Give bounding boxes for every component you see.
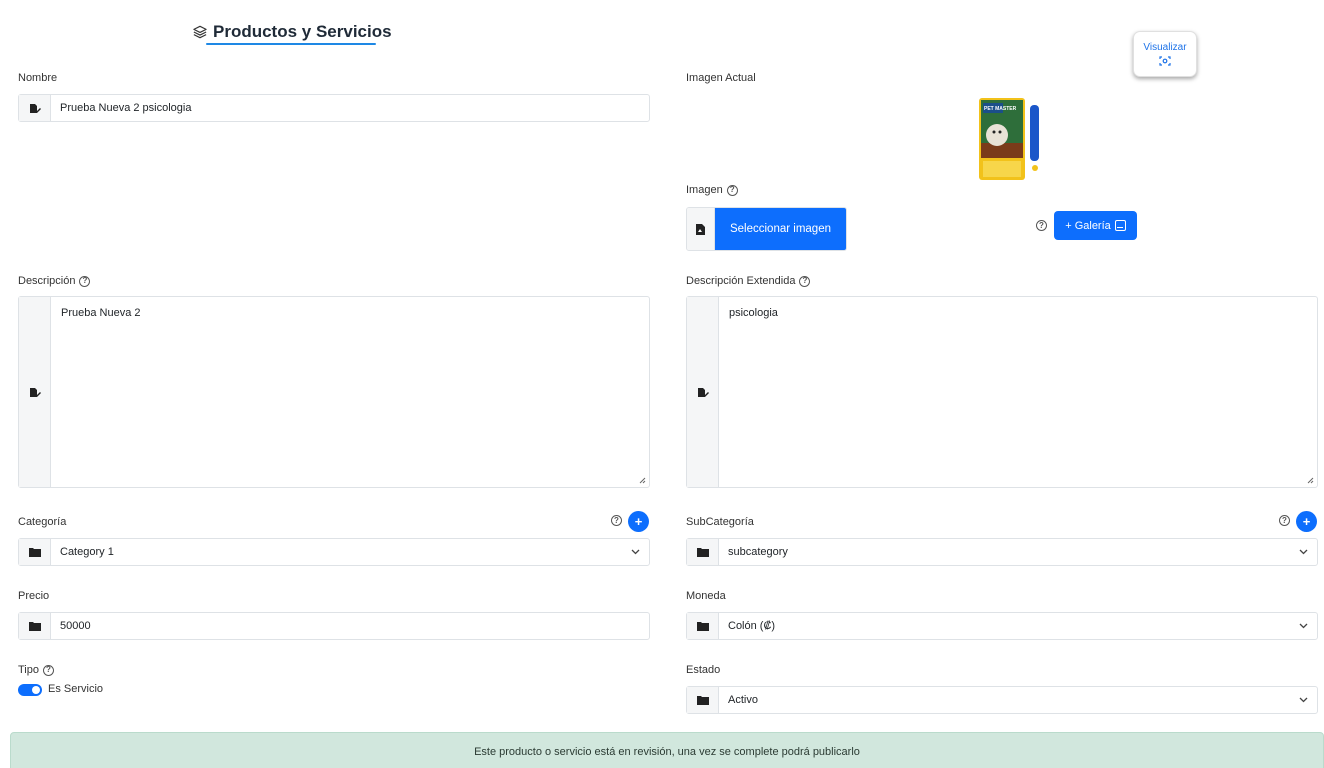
chevron-down-icon[interactable]: [1289, 539, 1317, 565]
preview-button[interactable]: Visualizar: [1133, 31, 1197, 77]
moneda-label: Moneda: [686, 590, 726, 602]
page-title: Productos y Servicios: [193, 20, 392, 44]
resize-grip-icon[interactable]: [1307, 477, 1314, 484]
resize-grip-icon[interactable]: [639, 477, 646, 484]
nombre-input-group: Prueba Nueva 2 psicologia: [18, 94, 650, 122]
tipo-label: Tipo ?: [18, 664, 54, 676]
nombre-label-text: Nombre: [18, 72, 58, 84]
add-category-button[interactable]: +: [628, 511, 649, 532]
precio-label-text: Precio: [18, 590, 50, 602]
descripcion-label: Descripción ?: [18, 275, 91, 287]
folder-icon: [687, 613, 719, 639]
subcategoria-select[interactable]: subcategory: [719, 539, 1289, 565]
nombre-input[interactable]: Prueba Nueva 2 psicologia: [51, 95, 649, 121]
estado-label-text: Estado: [686, 664, 721, 676]
descripcion-textarea[interactable]: Prueba Nueva 2: [51, 297, 649, 487]
edit-icon: [19, 297, 51, 487]
layers-icon: [193, 25, 207, 39]
categoria-label-text: Categoría: [18, 516, 67, 528]
add-subcategory-button[interactable]: +: [1296, 511, 1317, 532]
tipo-label-text: Tipo: [18, 664, 39, 676]
es-servicio-label-text: Es Servicio: [48, 683, 104, 695]
edit-icon: [687, 297, 719, 487]
gallery-button[interactable]: + Galería: [1054, 211, 1137, 240]
es-servicio-toggle[interactable]: [18, 684, 42, 696]
categoria-select[interactable]: Category 1: [51, 539, 621, 565]
estado-select[interactable]: Activo: [719, 687, 1289, 713]
folder-icon: [19, 539, 51, 565]
preview-button-label: Visualizar: [1143, 42, 1187, 53]
product-brand-text: PET MASTER: [984, 106, 1017, 112]
help-icon[interactable]: ?: [79, 275, 91, 287]
es-servicio-label: Es Servicio: [48, 683, 103, 695]
help-icon[interactable]: ?: [43, 664, 54, 676]
help-icon[interactable]: ?: [799, 275, 811, 287]
moneda-label-text: Moneda: [686, 590, 726, 602]
folder-icon: [687, 539, 719, 565]
descripcion-extendida-label-text: Descripción Extendida: [686, 275, 796, 287]
precio-input-group: 50000: [18, 612, 650, 640]
imagen-actual-label: Imagen Actual: [686, 72, 756, 84]
chevron-down-icon[interactable]: [1289, 687, 1317, 713]
moneda-select[interactable]: Colón (₡): [719, 613, 1289, 639]
subcategoria-label: SubCategoría: [686, 516, 754, 528]
folder-icon: [19, 613, 51, 639]
gallery-button-label: + Galería: [1065, 219, 1111, 232]
expand-icon: [1159, 56, 1171, 66]
descripcion-label-text: Descripción: [18, 275, 76, 287]
subcategoria-select-group: subcategory: [686, 538, 1318, 566]
image-icon: [1114, 220, 1126, 231]
categoria-help-icon[interactable]: ?: [611, 515, 622, 526]
descripcion-extendida-textarea-group: psicologia: [686, 296, 1318, 488]
review-status-alert: Este producto o servicio está en revisió…: [10, 732, 1324, 768]
moneda-select-group: Colón (₡): [686, 612, 1318, 640]
precio-label: Precio: [18, 590, 49, 602]
subcategoria-help-icon[interactable]: ?: [1279, 515, 1290, 526]
select-image-button[interactable]: Seleccionar imagen: [715, 208, 846, 250]
folder-icon: [687, 687, 719, 713]
categoria-label: Categoría: [18, 516, 66, 528]
imagen-actual-label-text: Imagen Actual: [686, 72, 756, 84]
image-file-group: Seleccionar imagen: [686, 207, 847, 251]
product-image: PET MASTER: [979, 98, 1039, 180]
edit-icon: [19, 95, 51, 121]
file-icon: [687, 208, 715, 250]
imagen-label-text: Imagen: [686, 184, 723, 196]
imagen-label: Imagen ?: [686, 184, 738, 196]
estado-label: Estado: [686, 664, 720, 676]
review-status-alert-text: Este producto o servicio está en revisió…: [474, 746, 860, 758]
gallery-help-icon[interactable]: ?: [1036, 220, 1047, 231]
categoria-select-group: Category 1: [18, 538, 650, 566]
descripcion-textarea-group: Prueba Nueva 2: [18, 296, 650, 488]
subcategoria-label-text: SubCategoría: [686, 516, 754, 528]
help-icon[interactable]: ?: [726, 184, 738, 196]
chevron-down-icon[interactable]: [1289, 613, 1317, 639]
estado-select-group: Activo: [686, 686, 1318, 714]
descripcion-extendida-label: Descripción Extendida ?: [686, 275, 811, 287]
chevron-down-icon[interactable]: [621, 539, 649, 565]
descripcion-extendida-textarea[interactable]: psicologia: [719, 297, 1317, 487]
nombre-label: Nombre: [18, 72, 57, 84]
page-title-text: Productos y Servicios: [213, 22, 392, 41]
title-underline: [206, 43, 376, 45]
precio-input[interactable]: 50000: [51, 613, 649, 639]
